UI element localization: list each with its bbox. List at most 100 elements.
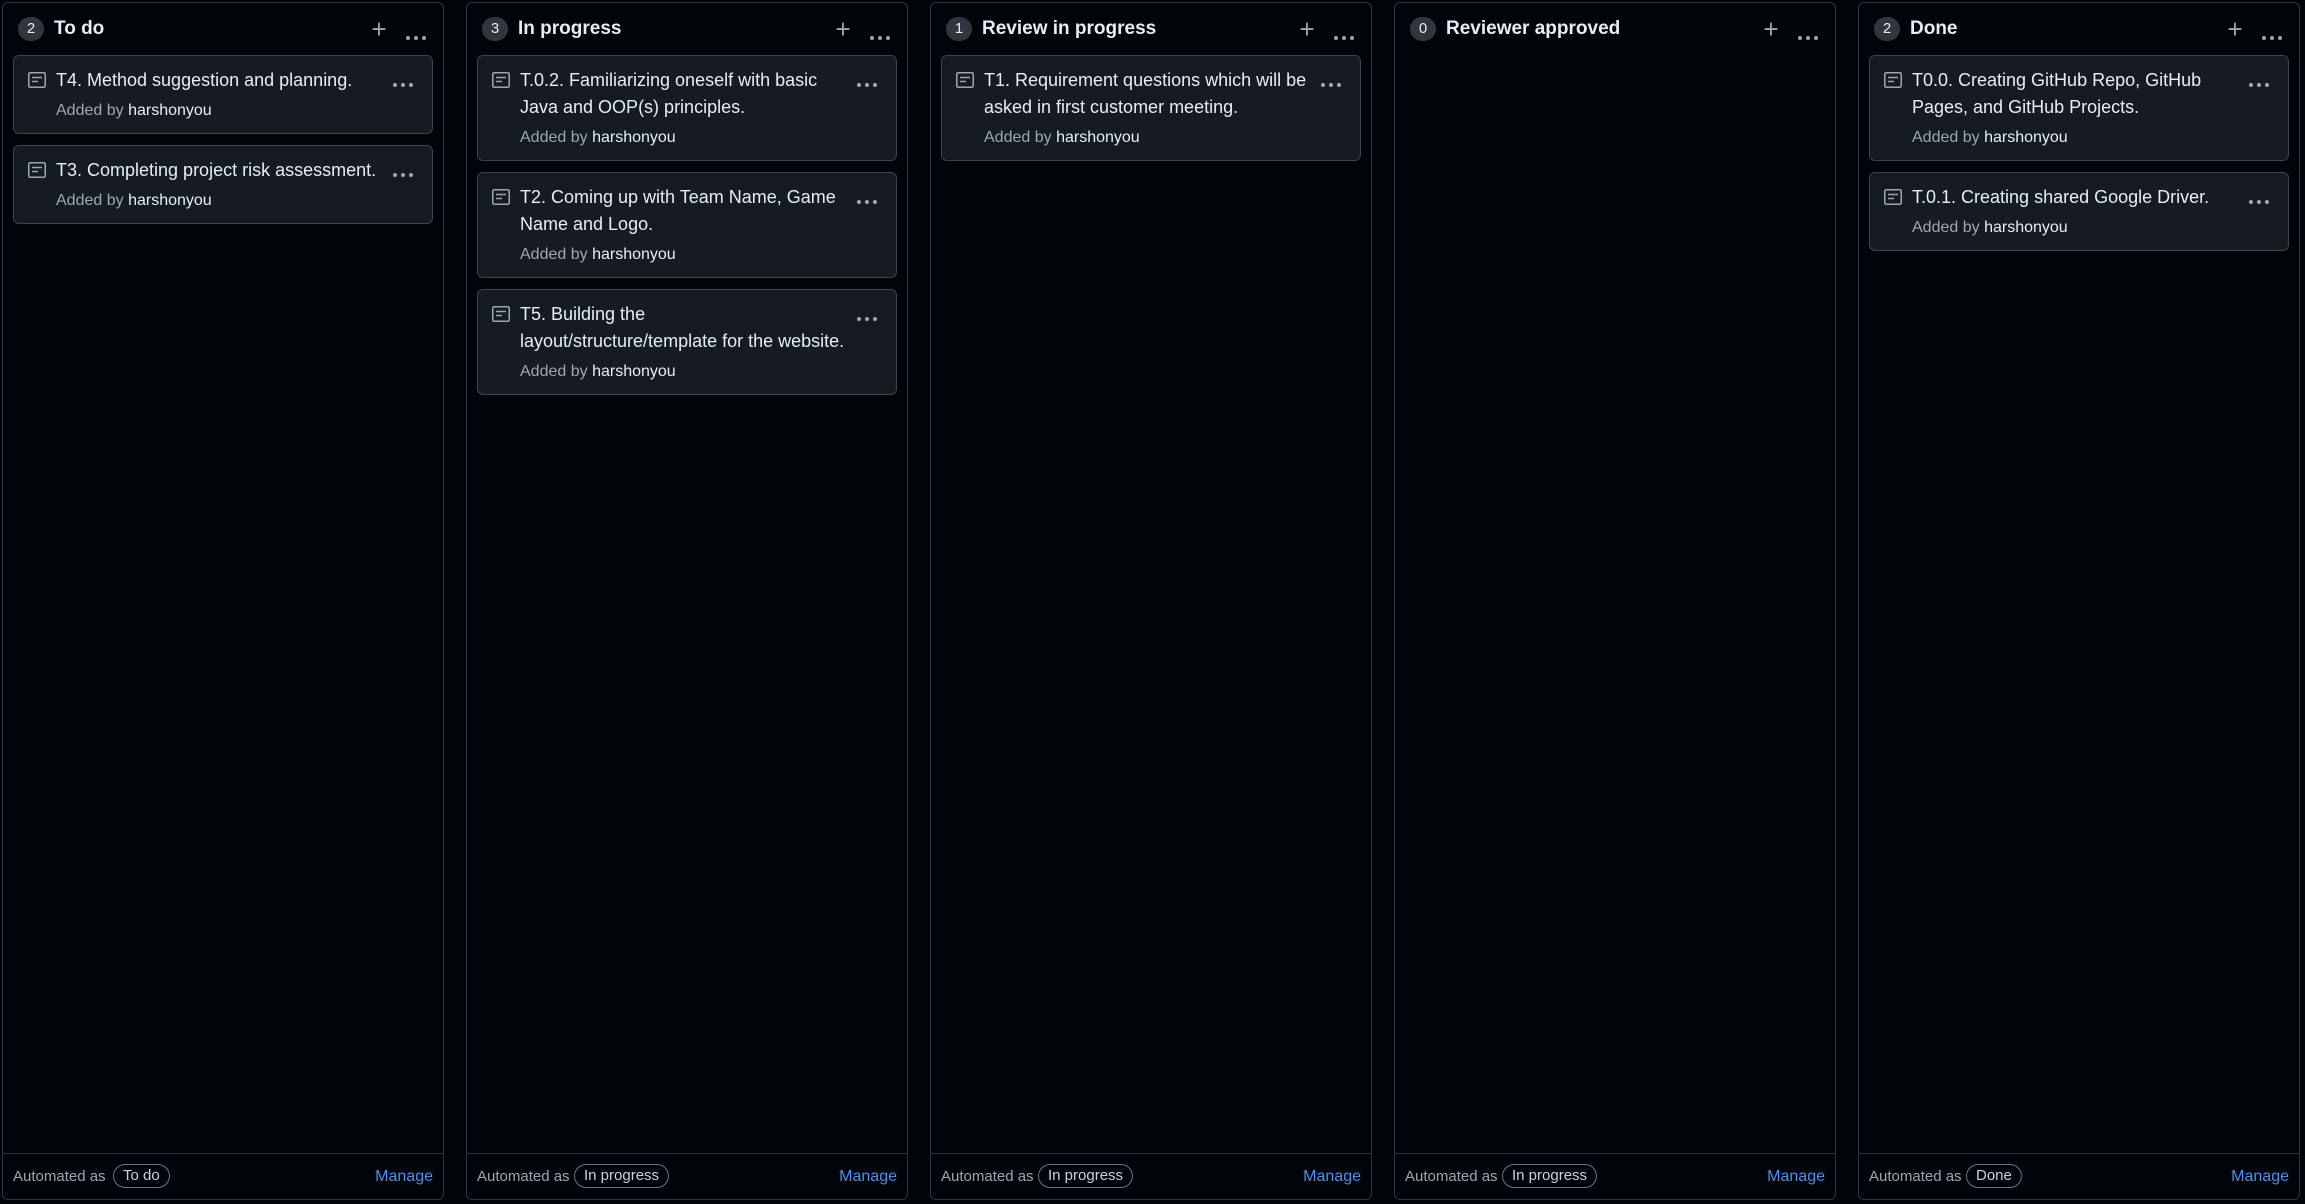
add-card-button[interactable]: + — [2223, 15, 2247, 43]
plus-icon: + — [1299, 14, 1315, 44]
kebab-horizontal-icon — [2262, 27, 2286, 45]
column-footer: Automated as To do Manage — [3, 1153, 443, 1199]
card-menu-button[interactable] — [1318, 64, 1346, 88]
added-by-label: Added by — [520, 246, 588, 263]
column-count-badge: 3 — [482, 17, 508, 41]
card-title: T3. Completing project risk assessment. — [56, 160, 377, 180]
note-icon — [1884, 72, 1902, 88]
note-icon — [28, 72, 46, 88]
column-title: Done — [1910, 18, 1958, 39]
card[interactable]: T4. Method suggestion and planning. Adde… — [13, 55, 433, 134]
automated-label: Automated as — [13, 1168, 106, 1185]
added-by-label: Added by — [56, 192, 124, 209]
card[interactable]: T.0.2. Familiarizing oneself with basic … — [477, 55, 897, 161]
card-meta: Added by harshonyou — [520, 128, 846, 148]
card-menu-button[interactable] — [854, 64, 882, 88]
column-count-badge: 2 — [18, 17, 44, 41]
card-meta: Added by harshonyou — [56, 101, 382, 121]
add-card-button[interactable]: + — [367, 15, 391, 43]
automation-state-badge: In progress — [1502, 1164, 1598, 1188]
card-author-link[interactable]: harshonyou — [128, 192, 212, 209]
column-menu-button[interactable] — [867, 15, 895, 43]
card[interactable]: T3. Completing project risk assessment. … — [13, 145, 433, 224]
note-icon — [28, 162, 46, 178]
automated-label: Automated as — [1869, 1168, 1962, 1185]
manage-automation-link[interactable]: Manage — [1303, 1167, 1361, 1187]
card-list: T1. Requirement questions which will be … — [941, 55, 1361, 172]
added-by-label: Added by — [520, 363, 588, 380]
card-menu-button[interactable] — [390, 64, 418, 88]
column-footer: Automated as In progress Manage — [931, 1153, 1371, 1199]
card-author-link[interactable]: harshonyou — [128, 102, 212, 119]
card-menu-button[interactable] — [2246, 64, 2274, 88]
kebab-horizontal-icon — [1798, 27, 1822, 45]
card-title: T2. Coming up with Team Name, Game Name … — [520, 187, 836, 234]
automated-label: Automated as — [1405, 1168, 1498, 1185]
column-count-badge: 1 — [946, 17, 972, 41]
kebab-horizontal-icon — [1334, 27, 1358, 45]
card[interactable]: T2. Coming up with Team Name, Game Name … — [477, 172, 897, 278]
column-review-in-progress: 1 Review in progress + T1. Requirement q… — [930, 2, 1372, 1200]
column-header: 1 Review in progress + — [931, 3, 1371, 53]
automated-label: Automated as — [941, 1168, 1034, 1185]
card[interactable]: T.0.1. Creating shared Google Driver. Ad… — [1869, 172, 2289, 251]
card-meta: Added by harshonyou — [520, 362, 846, 382]
kebab-horizontal-icon — [406, 27, 430, 45]
column-footer: Automated as Done Manage — [1859, 1153, 2299, 1199]
card-meta: Added by harshonyou — [1912, 218, 2238, 238]
kebab-horizontal-icon — [857, 191, 881, 209]
kebab-horizontal-icon — [393, 164, 417, 182]
manage-automation-link[interactable]: Manage — [2231, 1167, 2289, 1187]
manage-automation-link[interactable]: Manage — [375, 1167, 433, 1187]
column-header: 2 To do + — [3, 3, 443, 53]
note-icon — [1884, 189, 1902, 205]
card-menu-button[interactable] — [854, 181, 882, 205]
column-menu-button[interactable] — [403, 15, 431, 43]
card[interactable]: T0.0. Creating GitHub Repo, GitHub Pages… — [1869, 55, 2289, 161]
automation-state-badge: In progress — [574, 1164, 670, 1188]
added-by-label: Added by — [1912, 129, 1980, 146]
kebab-horizontal-icon — [857, 308, 881, 326]
card-title: T.0.2. Familiarizing oneself with basic … — [520, 70, 818, 117]
kebab-horizontal-icon — [2249, 191, 2273, 209]
card-menu-button[interactable] — [2246, 181, 2274, 205]
kebab-horizontal-icon — [857, 74, 881, 92]
card-author-link[interactable]: harshonyou — [1984, 219, 2068, 236]
plus-icon: + — [371, 14, 387, 44]
note-icon — [492, 306, 510, 322]
plus-icon: + — [2227, 14, 2243, 44]
add-card-button[interactable]: + — [831, 15, 855, 43]
card-author-link[interactable]: harshonyou — [1984, 129, 2068, 146]
card-author-link[interactable]: harshonyou — [592, 129, 676, 146]
column-footer: Automated as In progress Manage — [467, 1153, 907, 1199]
column-count-badge: 2 — [1874, 17, 1900, 41]
column-menu-button[interactable] — [2259, 15, 2287, 43]
add-card-button[interactable]: + — [1759, 15, 1783, 43]
card-author-link[interactable]: harshonyou — [592, 246, 676, 263]
note-icon — [492, 72, 510, 88]
card[interactable]: T1. Requirement questions which will be … — [941, 55, 1361, 161]
column-menu-button[interactable] — [1331, 15, 1359, 43]
column-header: 3 In progress + — [467, 3, 907, 53]
card[interactable]: T5. Building the layout/structure/templa… — [477, 289, 897, 395]
card-meta: Added by harshonyou — [56, 191, 382, 211]
automated-label: Automated as — [477, 1168, 570, 1185]
card-meta: Added by harshonyou — [984, 128, 1310, 148]
automation-state-badge: Done — [1966, 1164, 2022, 1188]
card-menu-button[interactable] — [390, 154, 418, 178]
manage-automation-link[interactable]: Manage — [1767, 1167, 1825, 1187]
project-board: 2 To do + T4. Method suggestion and plan… — [0, 0, 2305, 1204]
card-menu-button[interactable] — [854, 298, 882, 322]
plus-icon: + — [1763, 14, 1779, 44]
card-author-link[interactable]: harshonyou — [1056, 129, 1140, 146]
add-card-button[interactable]: + — [1295, 15, 1319, 43]
column-menu-button[interactable] — [1795, 15, 1823, 43]
added-by-label: Added by — [520, 129, 588, 146]
kebab-horizontal-icon — [1321, 74, 1345, 92]
manage-automation-link[interactable]: Manage — [839, 1167, 897, 1187]
card-list: T.0.2. Familiarizing oneself with basic … — [477, 55, 897, 406]
column-footer: Automated as In progress Manage — [1395, 1153, 1835, 1199]
card-meta: Added by harshonyou — [1912, 128, 2238, 148]
added-by-label: Added by — [1912, 219, 1980, 236]
card-author-link[interactable]: harshonyou — [592, 363, 676, 380]
